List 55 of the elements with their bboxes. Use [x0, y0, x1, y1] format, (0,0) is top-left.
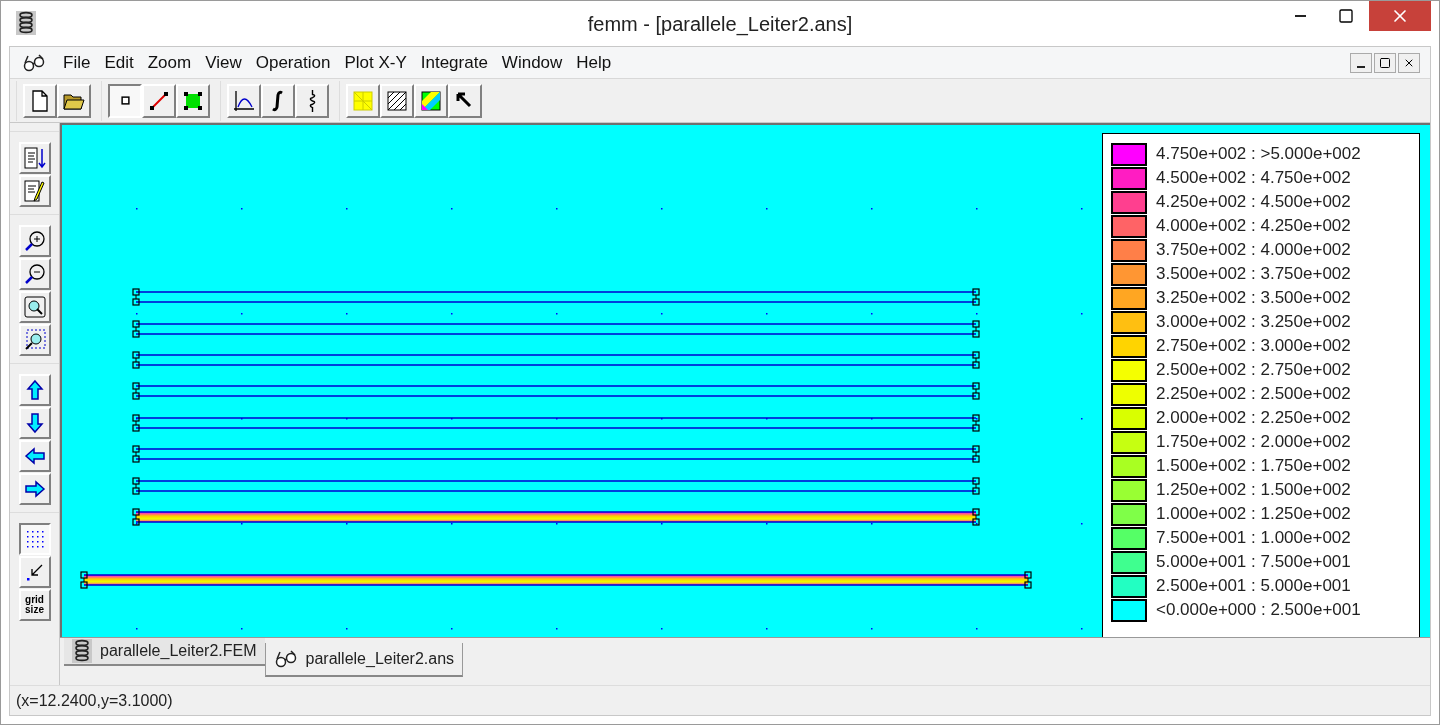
menu-item[interactable]: View [198, 49, 249, 76]
grid-size-button[interactable]: grid size [18, 589, 51, 621]
coil-icon [72, 639, 92, 663]
legend-range: 2.000e+002 : 2.250e+002 [1156, 407, 1351, 430]
glasses-icon [22, 52, 46, 73]
status-text: (x=12.2400,y=3.1000) [16, 690, 173, 711]
legend-range: 3.750e+002 : 4.000e+002 [1156, 239, 1351, 262]
window-title: femm - [parallele_Leiter2.ans] [587, 12, 853, 35]
legend-range: 1.500e+002 : 1.750e+002 [1156, 455, 1351, 478]
legend-range: 3.000e+002 : 3.250e+002 [1156, 311, 1351, 334]
legend-range: 5.000e+001 : 7.500e+001 [1156, 551, 1351, 574]
coil-icon [15, 11, 37, 35]
mdi-minimize-button[interactable] [1350, 52, 1372, 73]
coil-icon [307, 88, 317, 113]
menu-item[interactable]: Zoom [140, 49, 199, 76]
legend-range: 2.750e+002 : 3.000e+002 [1156, 335, 1351, 358]
legend-range: 3.250e+002 : 3.500e+002 [1156, 287, 1351, 310]
density-icon [419, 88, 443, 113]
menu-item[interactable]: Plot X-Y [337, 49, 414, 76]
legend-range: 2.500e+001 : 5.000e+001 [1156, 575, 1351, 598]
plot-icon [232, 88, 256, 113]
mesh-icon [351, 88, 375, 113]
menu-item[interactable]: Edit [97, 49, 141, 76]
menu-item[interactable]: Window [494, 49, 570, 76]
menu-item[interactable]: Operation [248, 49, 338, 76]
legend-range: 1.750e+002 : 2.000e+002 [1156, 431, 1351, 454]
toolbar-button[interactable] [108, 83, 142, 118]
zoom-fit-icon [22, 295, 47, 319]
legend-range: 4.000e+002 : 4.250e+002 [1156, 215, 1351, 238]
legend-range: 7.500e+001 : 1.000e+002 [1156, 527, 1351, 550]
menu-item[interactable]: File [56, 49, 98, 76]
mdi-close-button[interactable] [1398, 52, 1420, 73]
minimize-icon [1294, 15, 1306, 17]
legend-range: 2.250e+002 : 2.500e+002 [1156, 383, 1351, 406]
hatch-icon [385, 88, 409, 113]
edit-icon [22, 179, 47, 203]
glasses-icon [273, 649, 298, 669]
legend-range: 3.500e+002 : 3.750e+002 [1156, 263, 1351, 286]
legend-range: 4.500e+002 : 4.750e+002 [1156, 167, 1351, 190]
maximize-icon [1338, 8, 1354, 24]
legend-range: 2.500e+002 : 2.750e+002 [1156, 359, 1351, 382]
restore-icon [1379, 56, 1391, 69]
document-tab[interactable]: parallele_Leiter2.FEM [64, 638, 265, 666]
menu-item[interactable]: Integrate [413, 49, 495, 76]
list-icon [22, 146, 47, 170]
document-tab[interactable]: parallele_Leiter2.ans [264, 643, 464, 677]
legend-range: 1.000e+002 : 1.250e+002 [1156, 503, 1351, 526]
node-icon [120, 96, 130, 105]
menu-item[interactable]: Help [569, 49, 619, 76]
mdi-restore-button[interactable] [1374, 52, 1396, 73]
legend-range: 4.750e+002 : >5.000e+002 [1156, 143, 1361, 166]
minimize-icon [1357, 65, 1365, 68]
legend-range: <0.000e+000 : 2.500e+001 [1156, 599, 1361, 622]
legend-range: 4.250e+002 : 4.500e+002 [1156, 191, 1351, 214]
legend-range: 1.250e+002 : 1.500e+002 [1156, 479, 1351, 502]
